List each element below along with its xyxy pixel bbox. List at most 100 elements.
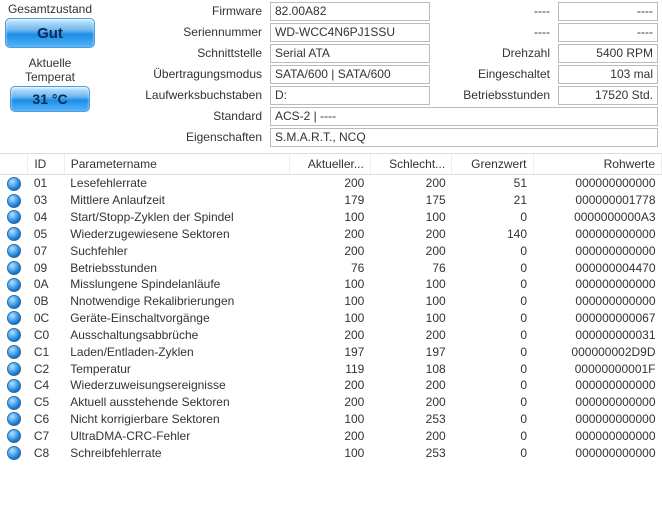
status-orb-icon xyxy=(7,362,21,376)
table-row[interactable]: 0CGeräte-Einschaltvorgänge10010000000000… xyxy=(0,310,662,327)
col-header-icon[interactable] xyxy=(0,154,28,175)
table-row[interactable]: C4Wiederzuweisungsereignisse200200000000… xyxy=(0,377,662,394)
col-header-worst[interactable]: Schlecht... xyxy=(370,154,451,175)
power-value: 103 mal xyxy=(558,65,658,84)
status-orb-icon xyxy=(7,311,21,325)
table-row[interactable]: C0Ausschaltungsabbrüche20020000000000000… xyxy=(0,326,662,343)
cell-name: Misslungene Spindelanläufe xyxy=(64,276,289,293)
cell-id: C8 xyxy=(28,444,64,461)
serial-value: WD-WCC4N6PJ1SSU xyxy=(270,23,430,42)
cell-id: 07 xyxy=(28,242,64,259)
col-header-raw[interactable]: Rohwerte xyxy=(533,154,661,175)
cell-name: Geräte-Einschaltvorgänge xyxy=(64,310,289,327)
blank-label-2: ---- xyxy=(434,23,554,42)
standard-value: ACS-2 | ---- xyxy=(270,107,658,126)
cell-raw: 000000001778 xyxy=(533,192,661,209)
table-row[interactable]: 0BNnotwendige Rekalibrierungen1001000000… xyxy=(0,293,662,310)
table-row[interactable]: C6Nicht korrigierbare Sektoren1002530000… xyxy=(0,411,662,428)
cell-raw: 000000000000 xyxy=(533,444,661,461)
table-row[interactable]: 05Wiederzugewiesene Sektoren200200140000… xyxy=(0,225,662,242)
smart-table-wrap[interactable]: ID Parametername Aktueller... Schlecht..… xyxy=(0,153,662,493)
cell-name: Laden/Entladen-Zyklen xyxy=(64,343,289,360)
cell-raw: 0000000000A3 xyxy=(533,209,661,226)
table-row[interactable]: 09Betriebsstunden76760000000004470 xyxy=(0,259,662,276)
cell-current: 119 xyxy=(289,360,370,377)
cell-threshold: 140 xyxy=(452,225,533,242)
cell-raw: 000000000000 xyxy=(533,175,661,192)
cell-name: Ausschaltungsabbrüche xyxy=(64,326,289,343)
cell-worst: 100 xyxy=(370,276,451,293)
cell-current: 100 xyxy=(289,444,370,461)
cell-current: 100 xyxy=(289,209,370,226)
cell-threshold: 0 xyxy=(452,394,533,411)
status-orb-icon xyxy=(7,278,21,292)
cell-id: 05 xyxy=(28,225,64,242)
cell-current: 76 xyxy=(289,259,370,276)
col-header-threshold[interactable]: Grenzwert xyxy=(452,154,533,175)
table-row[interactable]: 07Suchfehler2002000000000000000 xyxy=(0,242,662,259)
table-row[interactable]: C8Schreibfehlerrate1002530000000000000 xyxy=(0,444,662,461)
cell-current: 200 xyxy=(289,175,370,192)
cell-threshold: 0 xyxy=(452,242,533,259)
cell-current: 200 xyxy=(289,326,370,343)
cell-raw: 000000000031 xyxy=(533,326,661,343)
cell-raw: 000000000000 xyxy=(533,394,661,411)
table-row[interactable]: 01Lesefehlerrate20020051000000000000 xyxy=(0,175,662,192)
cell-id: C6 xyxy=(28,411,64,428)
cell-name: Betriebsstunden xyxy=(64,259,289,276)
cell-worst: 100 xyxy=(370,293,451,310)
status-orb-icon xyxy=(7,446,21,460)
cell-threshold: 0 xyxy=(452,326,533,343)
cell-worst: 200 xyxy=(370,242,451,259)
status-orb-icon xyxy=(7,328,21,342)
status-orb-icon xyxy=(7,396,21,410)
cell-worst: 200 xyxy=(370,225,451,242)
cell-worst: 100 xyxy=(370,310,451,327)
cell-name: Aktuell ausstehende Sektoren xyxy=(64,394,289,411)
cell-current: 200 xyxy=(289,427,370,444)
cell-current: 200 xyxy=(289,394,370,411)
table-row[interactable]: C7UltraDMA-CRC-Fehler2002000000000000000 xyxy=(0,427,662,444)
cell-name: UltraDMA-CRC-Fehler xyxy=(64,427,289,444)
col-header-current[interactable]: Aktueller... xyxy=(289,154,370,175)
cell-current: 100 xyxy=(289,310,370,327)
blank-value-1: ---- xyxy=(558,2,658,21)
cell-threshold: 0 xyxy=(452,377,533,394)
status-orb-icon xyxy=(7,194,21,208)
cell-id: C2 xyxy=(28,360,64,377)
cell-raw: 000000004470 xyxy=(533,259,661,276)
cell-raw: 00000000001F xyxy=(533,360,661,377)
table-row[interactable]: C1Laden/Entladen-Zyklen1971970000000002D… xyxy=(0,343,662,360)
cell-current: 200 xyxy=(289,225,370,242)
info-grid: Firmware 82.00A82 ---- ---- Seriennummer… xyxy=(96,2,658,147)
table-row[interactable]: 03Mittlere Anlaufzeit1791752100000000177… xyxy=(0,192,662,209)
cell-raw: 000000000000 xyxy=(533,293,661,310)
cell-current: 200 xyxy=(289,242,370,259)
col-header-id[interactable]: ID xyxy=(28,154,64,175)
cell-raw: 000000000000 xyxy=(533,276,661,293)
blank-value-2: ---- xyxy=(558,23,658,42)
cell-threshold: 0 xyxy=(452,293,533,310)
cell-threshold: 0 xyxy=(452,259,533,276)
blank-label-1: ---- xyxy=(434,2,554,21)
table-row[interactable]: C5Aktuell ausstehende Sektoren2002000000… xyxy=(0,394,662,411)
cell-id: 0A xyxy=(28,276,64,293)
rpm-label: Drehzahl xyxy=(434,44,554,63)
status-orb-icon xyxy=(7,295,21,309)
cell-current: 200 xyxy=(289,377,370,394)
cell-worst: 100 xyxy=(370,209,451,226)
cell-threshold: 0 xyxy=(452,310,533,327)
table-row[interactable]: 04Start/Stopp-Zyklen der Spindel10010000… xyxy=(0,209,662,226)
cell-raw: 000000000000 xyxy=(533,242,661,259)
col-header-name[interactable]: Parametername xyxy=(64,154,289,175)
cell-current: 100 xyxy=(289,411,370,428)
power-label: Eingeschaltet xyxy=(434,65,554,84)
status-orb-icon xyxy=(7,227,21,241)
table-row[interactable]: 0AMisslungene Spindelanläufe100100000000… xyxy=(0,276,662,293)
table-row[interactable]: C2Temperatur119108000000000001F xyxy=(0,360,662,377)
cell-raw: 000000000000 xyxy=(533,411,661,428)
transfer-value: SATA/600 | SATA/600 xyxy=(270,65,430,84)
status-orb-icon xyxy=(7,412,21,426)
cell-id: C4 xyxy=(28,377,64,394)
cell-id: 01 xyxy=(28,175,64,192)
